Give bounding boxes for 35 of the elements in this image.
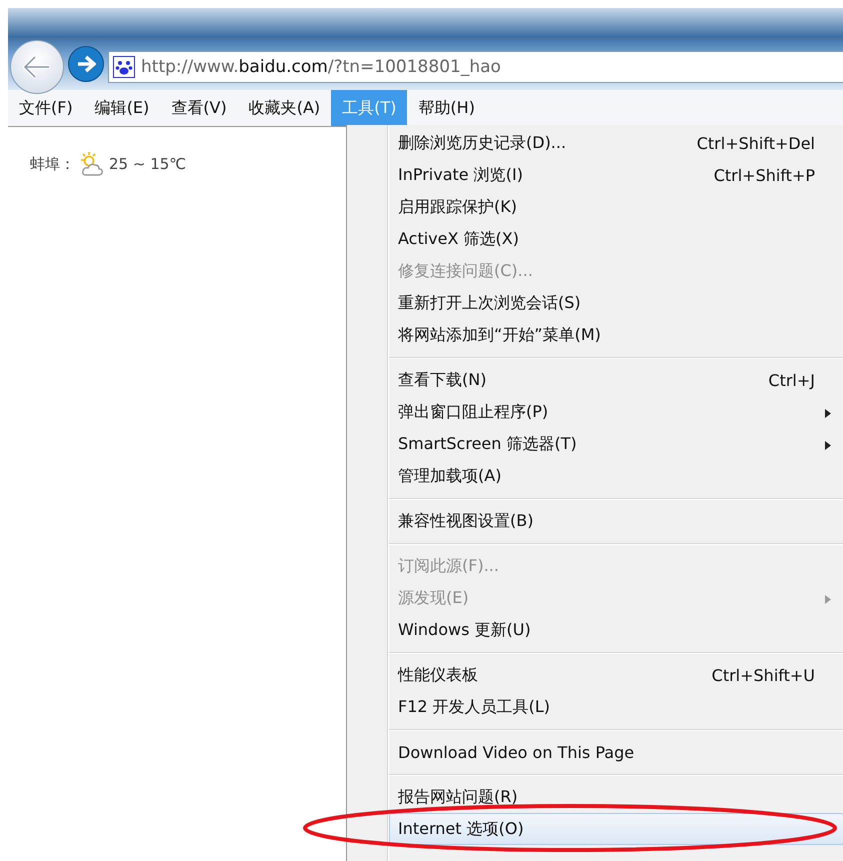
menu-item[interactable]: 启用跟踪保护(K) [389, 191, 843, 223]
forward-arrow-icon [76, 55, 96, 73]
menu-item[interactable]: Internet 选项(O) [389, 813, 843, 845]
menu-item[interactable]: 兼容性视图设置(B) [389, 505, 843, 537]
temperature-text: 25 ~ 15℃ [109, 155, 186, 173]
menu-bar-item[interactable]: 查看(V) [160, 90, 238, 126]
menu-item[interactable]: 重新打开上次浏览会话(S) [389, 287, 843, 319]
menu-item[interactable]: F12 开发人员工具(L) [389, 691, 843, 723]
partly-sunny-icon [79, 151, 105, 177]
menu-item[interactable]: ActiveX 筛选(X) [389, 223, 843, 255]
menu-item[interactable]: 报告网站问题(R) [389, 781, 843, 813]
submenu-arrow-icon [825, 441, 831, 450]
city-label: 蚌埠： [30, 154, 75, 174]
menu-item[interactable]: 删除浏览历史记录(D)... Ctrl+Shift+Del [389, 127, 843, 159]
menu-bar-item[interactable]: 帮助(H) [407, 90, 486, 126]
menu-bar-item[interactable]: 文件(F) [8, 90, 84, 126]
forward-button[interactable] [68, 46, 104, 82]
address-field[interactable]: http://www.baidu.com/?tn=10018801_hao [108, 51, 843, 83]
url-text: http://www.baidu.com/?tn=10018801_hao [141, 57, 501, 77]
menu-item[interactable]: InPrivate 浏览(I) Ctrl+Shift+P [389, 159, 843, 191]
menu-item[interactable]: SmartScreen 筛选器(T) [389, 428, 843, 460]
menu-item[interactable]: 管理加载项(A) [389, 460, 843, 492]
paw-icon [113, 56, 135, 78]
menu-bar-item[interactable]: 收藏夹(A) [238, 90, 332, 126]
menu-bar-item[interactable]: 编辑(E) [84, 90, 160, 126]
menu-item[interactable]: 弹出窗口阻止程序(P) [389, 396, 843, 428]
menu-item[interactable]: 性能仪表板 Ctrl+Shift+U [389, 659, 843, 691]
menu-item[interactable]: Download Video on This Page [389, 736, 843, 768]
back-button[interactable] [10, 40, 64, 94]
submenu-arrow-icon [825, 595, 831, 604]
menu-item[interactable]: Windows 更新(U) [389, 614, 843, 646]
back-arrow-icon [23, 55, 51, 79]
submenu-arrow-icon [825, 409, 831, 418]
menu-item[interactable]: 查看下载(N) Ctrl+J [389, 364, 843, 396]
menu-item[interactable]: 将网站添加到“开始”菜单(M) [389, 319, 843, 351]
